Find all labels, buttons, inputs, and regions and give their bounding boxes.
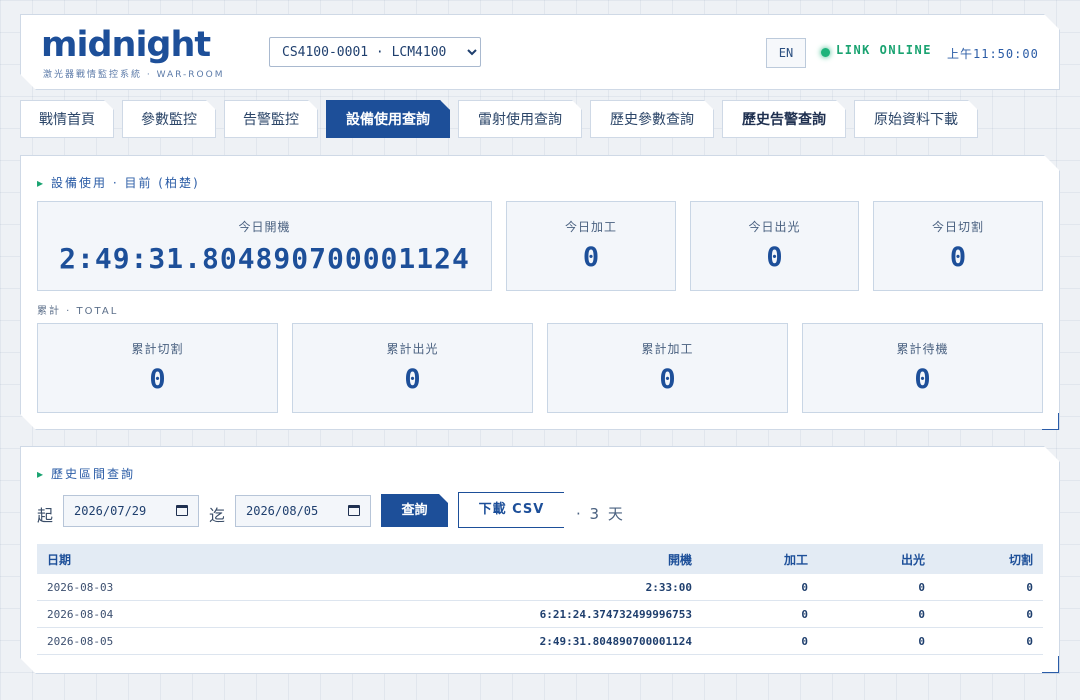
tab-equipment-usage[interactable]: 設備使用查詢 bbox=[326, 100, 450, 138]
tab-raw-data-download[interactable]: 原始資料下載 bbox=[854, 100, 978, 138]
stat-label: 今日出光 bbox=[748, 220, 801, 234]
stat-today-cutting: 今日切割 0 bbox=[873, 201, 1043, 291]
link-status-text: LINK ONLINE bbox=[836, 43, 932, 57]
cell-power-on: 6:21:24.374732499996753 bbox=[207, 600, 702, 628]
column-header-date: 日期 bbox=[37, 544, 207, 574]
from-date-input[interactable]: 2026/07/29 bbox=[63, 495, 199, 527]
stat-label: 今日切割 bbox=[931, 220, 984, 234]
cell-date: 2026-08-03 bbox=[37, 574, 207, 601]
cell-emission: 0 bbox=[818, 600, 935, 628]
stat-value: 0 bbox=[582, 242, 600, 273]
header-bar: midnight 激光器戰情監控系統 · WAR-ROOM CS4100-000… bbox=[20, 14, 1060, 90]
logo: midnight bbox=[41, 25, 211, 65]
triangle-right-icon: ▸ bbox=[37, 467, 46, 481]
stat-value: 0 bbox=[914, 364, 931, 395]
to-label: 迄 bbox=[209, 506, 226, 525]
column-header-processing: 加工 bbox=[702, 544, 818, 574]
cell-date: 2026-08-04 bbox=[37, 600, 207, 628]
column-header-power-on: 開機 bbox=[207, 544, 702, 574]
cell-date: 2026-08-05 bbox=[37, 627, 207, 655]
to-date-value: 2026/08/05 bbox=[246, 504, 319, 518]
table-row: 2026-08-05 2:49:31.804890700001124 0 0 0 bbox=[37, 627, 1043, 655]
to-date-input[interactable]: 2026/08/05 bbox=[235, 495, 371, 527]
tab-history-alarms[interactable]: 歷史告警查詢 bbox=[722, 100, 846, 138]
table-row: 2026-08-04 6:21:24.374732499996753 0 0 0 bbox=[37, 600, 1043, 628]
calendar-icon[interactable] bbox=[176, 505, 188, 516]
stat-today-power-on: 今日開機 2:49:31.804890700001124 bbox=[37, 201, 492, 291]
cell-cutting: 0 bbox=[935, 574, 1043, 601]
tab-laser-usage[interactable]: 雷射使用查詢 bbox=[458, 100, 582, 138]
panel-corner-mark bbox=[1042, 413, 1059, 430]
stat-total-cutting: 累計切割 0 bbox=[37, 323, 278, 413]
stat-label: 今日加工 bbox=[564, 220, 617, 234]
table-header-row: 日期 開機 加工 出光 切割 bbox=[37, 544, 1043, 574]
stat-total-processing: 累計加工 0 bbox=[547, 323, 788, 413]
language-button[interactable]: EN bbox=[766, 38, 806, 68]
column-header-cutting: 切割 bbox=[935, 544, 1043, 574]
cell-power-on: 2:49:31.804890700001124 bbox=[207, 627, 702, 655]
stat-total-standby: 累計待機 0 bbox=[802, 323, 1043, 413]
history-title-text: 歷史區間查詢 bbox=[51, 467, 136, 481]
cell-processing: 0 bbox=[702, 627, 818, 655]
history-table: 日期 開機 加工 出光 切割 2026-08-03 2:33:00 0 0 0 … bbox=[37, 544, 1043, 655]
stat-label: 累計切割 bbox=[131, 342, 184, 356]
tab-history-parameters[interactable]: 歷史參數查詢 bbox=[590, 100, 714, 138]
stat-value: 0 bbox=[659, 364, 676, 395]
cell-emission: 0 bbox=[818, 574, 935, 601]
clock: 上午11:50:00 bbox=[947, 47, 1039, 61]
usage-section-title: ▸ 設備使用 · 目前 (柏楚) bbox=[37, 174, 200, 191]
query-button[interactable]: 查詢 bbox=[381, 494, 448, 527]
column-header-emission: 出光 bbox=[818, 544, 935, 574]
stat-today-emission: 今日出光 0 bbox=[690, 201, 859, 291]
from-date-value: 2026/07/29 bbox=[74, 504, 147, 518]
stat-value: 0 bbox=[949, 242, 967, 273]
cell-cutting: 0 bbox=[935, 627, 1043, 655]
cell-power-on: 2:33:00 bbox=[207, 574, 702, 601]
cell-emission: 0 bbox=[818, 627, 935, 655]
calendar-icon[interactable] bbox=[348, 505, 360, 516]
stat-today-processing: 今日加工 0 bbox=[506, 201, 676, 291]
triangle-right-icon: ▸ bbox=[37, 176, 46, 190]
stat-label: 今日開機 bbox=[238, 220, 291, 234]
tab-parameter-monitor[interactable]: 參數監控 bbox=[122, 100, 216, 138]
history-section-title: ▸ 歷史區間查詢 bbox=[37, 465, 135, 482]
stat-value: 0 bbox=[149, 364, 166, 395]
logo-subtitle: 激光器戰情監控系統 · WAR-ROOM bbox=[43, 70, 225, 80]
panel-corner-mark bbox=[1042, 656, 1059, 673]
usage-title-text: 設備使用 · 目前 (柏楚) bbox=[51, 176, 200, 190]
link-status-dot-icon bbox=[821, 48, 830, 57]
stat-value: 0 bbox=[404, 364, 421, 395]
stat-value: 0 bbox=[766, 242, 783, 273]
day-count: · 3 天 bbox=[576, 505, 625, 523]
stat-value: 2:49:31.804890700001124 bbox=[59, 242, 470, 275]
table-row: 2026-08-03 2:33:00 0 0 0 bbox=[37, 574, 1043, 601]
stat-label: 累計出光 bbox=[386, 342, 439, 356]
stat-label: 累計加工 bbox=[641, 342, 694, 356]
device-select[interactable]: CS4100-0001 · LCM4100 bbox=[269, 37, 481, 67]
stat-label: 累計待機 bbox=[896, 342, 949, 356]
cell-processing: 0 bbox=[702, 574, 818, 601]
cell-cutting: 0 bbox=[935, 600, 1043, 628]
tab-war-room-home[interactable]: 戰情首頁 bbox=[20, 100, 114, 138]
tab-alarm-monitor[interactable]: 告警監控 bbox=[224, 100, 318, 138]
from-label: 起 bbox=[37, 506, 54, 525]
cell-processing: 0 bbox=[702, 600, 818, 628]
stat-total-emission: 累計出光 0 bbox=[292, 323, 533, 413]
total-section-label: 累計 · TOTAL bbox=[37, 306, 119, 317]
download-csv-button[interactable]: 下載 CSV bbox=[458, 492, 564, 528]
